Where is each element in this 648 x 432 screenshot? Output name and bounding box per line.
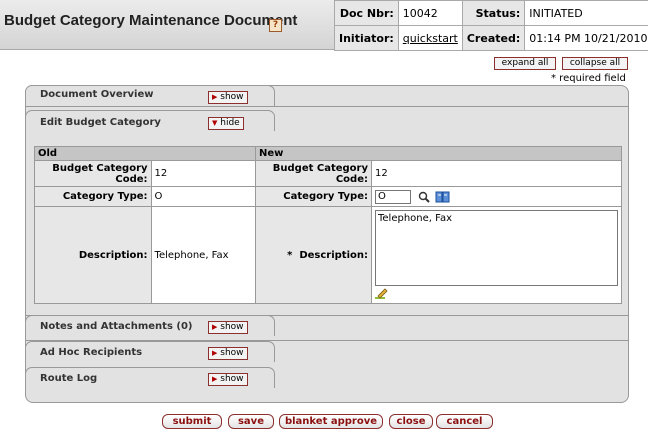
tab-notes-and-attachments: Notes and Attachments (0) ▶ show <box>25 315 275 336</box>
old-code-value: 12 <box>150 160 256 187</box>
required-star: * <box>287 249 293 261</box>
new-code-value: 12 <box>371 160 622 187</box>
tab-title: Edit Budget Category <box>40 117 161 128</box>
magnifier-icon[interactable] <box>418 191 430 203</box>
new-desc-cell: Telephone, Fax <box>371 206 622 304</box>
description-textarea[interactable]: Telephone, Fax <box>375 210 618 286</box>
created-value: 01:14 PM 10/21/2010 <box>524 25 648 51</box>
arrow-right-icon: ▶ <box>212 323 218 331</box>
new-desc-label-cell: * Description: <box>254 206 373 304</box>
show-button[interactable]: ▶ show <box>208 321 248 334</box>
tab-edit-budget-category: Edit Budget Category ▼ hide <box>25 110 275 131</box>
initiator-label: Initiator: <box>334 25 399 51</box>
close-button[interactable]: close <box>389 414 433 429</box>
tab-title: Notes and Attachments (0) <box>40 321 193 332</box>
edit-budget-category-table: Old New Budget Category Code: 12 Budget … <box>34 146 623 304</box>
new-type-label: Category Type: <box>254 186 373 207</box>
old-type-label: Category Type: <box>34 186 152 207</box>
save-button[interactable]: save <box>228 414 274 429</box>
arrow-right-icon: ▶ <box>212 93 218 101</box>
pencil-icon[interactable] <box>375 288 389 300</box>
collapse-all-button[interactable]: collapse all <box>562 57 628 70</box>
doc-nbr-value: 10042 <box>397 0 463 26</box>
help-icon[interactable]: ? <box>269 19 282 32</box>
arrow-down-icon: ▼ <box>212 119 218 127</box>
document-info-table: Doc Nbr: 10042 Status: INITIATED Initiat… <box>334 0 648 51</box>
tab-title: Document Overview <box>40 89 154 100</box>
doc-nbr-label: Doc Nbr: <box>334 0 399 26</box>
category-type-input[interactable]: O <box>375 189 411 204</box>
new-code-label: Budget Category Code: <box>254 160 373 187</box>
status-label: Status: <box>461 0 526 26</box>
submit-button[interactable]: submit <box>162 414 222 429</box>
old-type-value: O <box>150 186 256 207</box>
new-column-header: New <box>254 146 623 161</box>
created-label: Created: <box>461 25 526 51</box>
new-type-cell: O <box>371 186 622 207</box>
old-desc-value: Telephone, Fax <box>150 206 256 304</box>
old-desc-label: Description: <box>34 206 152 304</box>
old-column-header: Old <box>34 146 256 161</box>
hide-button[interactable]: ▼ hide <box>208 117 244 130</box>
show-button[interactable]: ▶ show <box>208 91 248 104</box>
tab-route-log: Route Log ▶ show <box>25 367 275 388</box>
tab-title: Ad Hoc Recipients <box>40 347 143 358</box>
old-code-label: Budget Category Code: <box>34 160 152 187</box>
show-button[interactable]: ▶ show <box>208 373 248 386</box>
arrow-right-icon: ▶ <box>212 349 218 357</box>
tab-title: Route Log <box>40 373 98 384</box>
tab-document-overview: Document Overview ▶ show <box>25 85 275 107</box>
cancel-button[interactable]: cancel <box>436 414 493 429</box>
required-field-note: * required field <box>551 73 626 84</box>
arrow-right-icon: ▶ <box>212 375 218 383</box>
tab-ad-hoc-recipients: Ad Hoc Recipients ▶ show <box>25 341 275 362</box>
document-header: Budget Category Maintenance Document ? D… <box>0 0 648 51</box>
new-desc-label: Description: <box>299 249 368 261</box>
blanket-approve-button[interactable]: blanket approve <box>279 414 383 429</box>
initiator-link[interactable]: quickstart <box>403 32 458 45</box>
status-value: INITIATED <box>524 0 648 26</box>
book-icon[interactable] <box>435 191 450 203</box>
expand-all-button[interactable]: expand all <box>494 57 556 70</box>
page-title: Budget Category Maintenance Document <box>4 12 298 29</box>
show-button[interactable]: ▶ show <box>208 347 248 360</box>
